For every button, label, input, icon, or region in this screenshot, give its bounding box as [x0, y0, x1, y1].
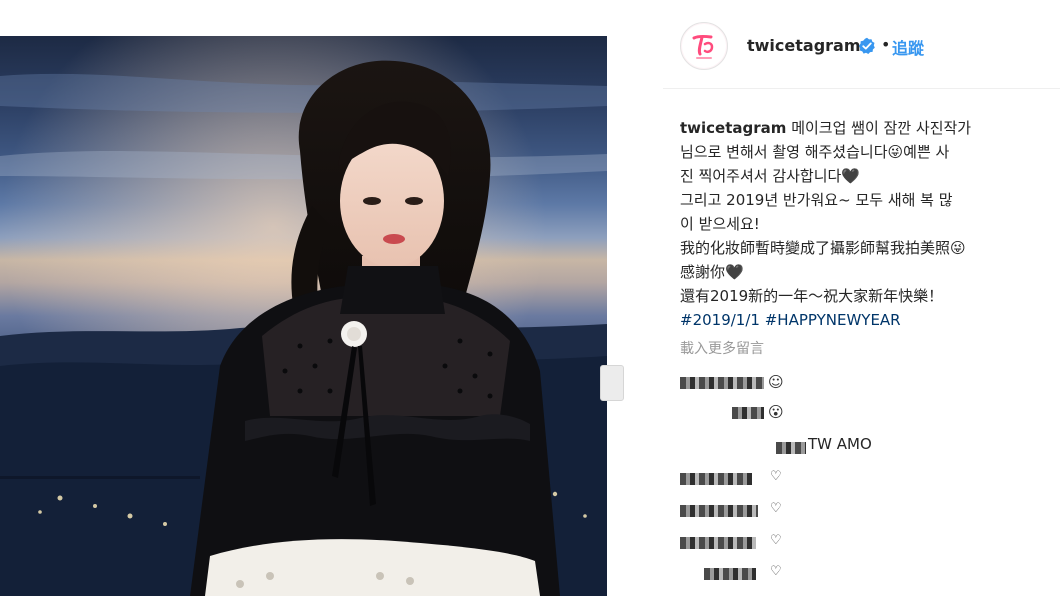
follow-button[interactable]: 追蹤 [892, 35, 924, 59]
comment-item: ♡ [680, 500, 800, 520]
post-header: twicetagram • 追蹤 [680, 22, 1050, 74]
heart-icon[interactable]: ♡ [770, 500, 782, 518]
comment-item: TW AMO [680, 434, 920, 454]
caption-line-7: 感謝你🖤 [680, 263, 744, 281]
post-photo[interactable] [0, 36, 607, 596]
post-caption: twicetagram 메이크업 쌤이 잠깐 사진작가 님으로 변해서 촬영 해… [680, 116, 1040, 332]
surprised-emoji-icon: 😮 [768, 403, 784, 421]
redacted-username [680, 473, 752, 485]
redacted-username [704, 568, 756, 580]
header-divider [663, 88, 1060, 89]
instagram-post: twicetagram • 追蹤 twicetagram 메이크업 쌤이 잠깐 … [0, 0, 1060, 596]
comment-item: ♡ [680, 532, 800, 552]
comment-item: ♡ [680, 563, 800, 583]
hashtag-link[interactable]: #2019/1/1 [680, 311, 760, 329]
caption-line-2: 님으로 변해서 촬영 해주셨습니다😜예쁜 사 [680, 143, 950, 161]
twice-logo-icon [682, 24, 726, 68]
smile-emoji-icon: ☺ [768, 373, 784, 391]
comment-text: TW AMO [808, 435, 872, 453]
header-separator: • [881, 35, 891, 54]
heart-icon[interactable]: ♡ [770, 532, 782, 550]
redacted-username [680, 537, 756, 549]
username[interactable]: twicetagram [747, 36, 861, 55]
redacted-username [680, 505, 758, 517]
caption-line-3: 진 찍어주셔서 감사합니다🖤 [680, 167, 861, 185]
redacted-username [680, 377, 764, 389]
comment-item: ♡ [680, 468, 800, 488]
next-photo-icon[interactable] [600, 365, 624, 401]
caption-line-8: 還有2019新的一年～祝大家新年快樂！ [680, 287, 944, 305]
redacted-username [732, 407, 764, 419]
comment-item: 😮 [680, 402, 800, 422]
caption-line-1: twicetagram 메이크업 쌤이 잠깐 사진작가 [680, 116, 1040, 140]
load-more-comments-button[interactable]: 載入更多留言 [680, 338, 764, 358]
caption-line-4: 그리고 2019년 반가워요~ 모두 새해 복 많 [680, 191, 953, 209]
caption-line-6: 我的化妝師暫時變成了攝影師幫我拍美照😜 [680, 239, 966, 257]
verified-badge-icon [858, 37, 875, 54]
heart-icon[interactable]: ♡ [770, 468, 782, 486]
comment-item: ☺ [680, 372, 800, 392]
hashtag-link[interactable]: #HAPPYNEWYEAR [765, 311, 901, 329]
caption-hashtags: #2019/1/1 #HAPPYNEWYEAR [680, 308, 1040, 332]
caption-username[interactable]: twicetagram [680, 119, 786, 137]
caption-text-1: 메이크업 쌤이 잠깐 사진작가 [791, 119, 972, 137]
heart-icon[interactable]: ♡ [770, 563, 782, 581]
redacted-username [776, 442, 806, 454]
avatar[interactable] [680, 22, 728, 70]
photo-illustration [0, 36, 607, 596]
caption-line-5: 이 받으세요! [680, 215, 760, 233]
